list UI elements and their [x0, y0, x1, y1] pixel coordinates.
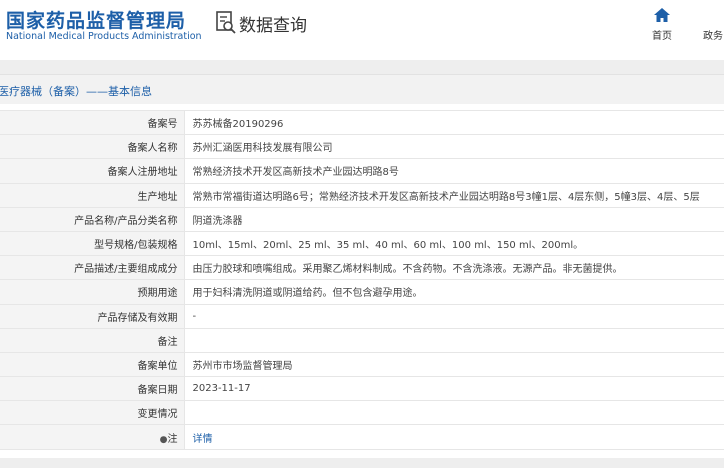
row-value: 10ml、15ml、20ml、25 ml、35 ml、40 ml、60 ml、1… — [184, 231, 724, 257]
table-row: 备案日期 2023-11-17 — [0, 376, 724, 402]
row-label: 预期用途 — [0, 279, 185, 305]
table-row: 备案人注册地址 常熟经济技术开发区高新技术产业园达明路8号 — [0, 158, 724, 184]
row-label: 型号规格/包装规格 — [0, 231, 185, 257]
nav-gov-link[interactable]: 政务 — [703, 27, 723, 42]
row-value: 常熟经济技术开发区高新技术产业园达明路8号 — [184, 158, 724, 184]
nav-home-link[interactable]: 首页 — [652, 27, 672, 42]
row-value: 详情 — [184, 424, 724, 450]
table-row: ●注 详情 — [0, 424, 724, 450]
row-value: 苏苏械备20190296 — [184, 109, 724, 136]
site-header: 国家药品监督管理局 National Medical Products Admi… — [0, 0, 724, 60]
table-row: 生产地址 常熟市常福街道达明路6号；常熟经济技术开发区高新技术产业园达明路8号3… — [0, 183, 724, 208]
data-query-icon — [216, 11, 236, 34]
row-value: 用于妇科清洗阴道或阴道给药。但不包含避孕用途。 — [184, 279, 724, 305]
row-label: 变更情况 — [0, 400, 185, 426]
row-label: 备案日期 — [0, 376, 185, 402]
row-value: 由压力胶球和喷嘴组成。采用聚乙烯材料制成。不含药物。不含洗涤液。无源产品。非无菌… — [184, 255, 724, 281]
row-label: 产品名称/产品分类名称 — [0, 207, 185, 232]
table-row: 备案单位 苏州市市场监督管理局 — [0, 352, 724, 378]
row-value: 阴道洗涤器 — [184, 207, 724, 232]
bottom-bar — [0, 458, 724, 468]
table-row: 变更情况 — [0, 400, 724, 426]
row-label: 备案人名称 — [0, 134, 185, 160]
row-value: - — [184, 304, 724, 329]
page-title: 数据查询 — [239, 16, 307, 36]
row-label-note: ●注 — [0, 424, 185, 450]
row-label: 备案单位 — [0, 352, 185, 378]
row-value: 苏州汇涵医用科技发展有限公司 — [184, 134, 724, 160]
section-title: 医疗器械（备案）——基本信息 — [0, 85, 152, 98]
table-row: 备案号 苏苏械备20190296 — [0, 109, 724, 136]
info-table: 备案号 苏苏械备20190296 备案人名称 苏州汇涵医用科技发展有限公司 备案… — [0, 109, 724, 450]
pin-icon: ● — [159, 434, 168, 445]
row-value: 常熟市常福街道达明路6号；常熟经济技术开发区高新技术产业园达明路8号3幢1层、4… — [184, 183, 724, 208]
header-divider — [0, 60, 724, 74]
table-row: 备案人名称 苏州汇涵医用科技发展有限公司 — [0, 134, 724, 160]
row-value: 苏州市市场监督管理局 — [184, 352, 724, 378]
note-label: 注 — [167, 433, 178, 445]
site-logo-en[interactable]: National Medical Products Administration — [6, 31, 202, 42]
table-row: 产品存储及有效期 - — [0, 304, 724, 329]
table-row: 产品名称/产品分类名称 阴道洗涤器 — [0, 207, 724, 232]
row-label: 生产地址 — [0, 183, 185, 208]
section-header: 医疗器械（备案）——基本信息 — [0, 74, 724, 104]
row-label: 备注 — [0, 328, 185, 353]
row-value — [184, 328, 724, 353]
site-logo-cn[interactable]: 国家药品监督管理局 — [6, 6, 186, 33]
table-row: 产品描述/主要组成成分 由压力胶球和喷嘴组成。采用聚乙烯材料制成。不含药物。不含… — [0, 255, 724, 281]
details-link[interactable]: 详情 — [193, 434, 213, 445]
table-row: 预期用途 用于妇科清洗阴道或阴道给药。但不包含避孕用途。 — [0, 279, 724, 305]
home-icon[interactable] — [654, 8, 670, 22]
table-row: 备注 — [0, 328, 724, 353]
row-label: 产品存储及有效期 — [0, 304, 185, 329]
table-row: 型号规格/包装规格 10ml、15ml、20ml、25 ml、35 ml、40 … — [0, 231, 724, 257]
row-label: 备案号 — [0, 109, 185, 136]
row-value: 2023-11-17 — [184, 376, 724, 402]
row-label: 备案人注册地址 — [0, 158, 185, 184]
row-label: 产品描述/主要组成成分 — [0, 255, 185, 281]
row-value — [184, 400, 724, 426]
